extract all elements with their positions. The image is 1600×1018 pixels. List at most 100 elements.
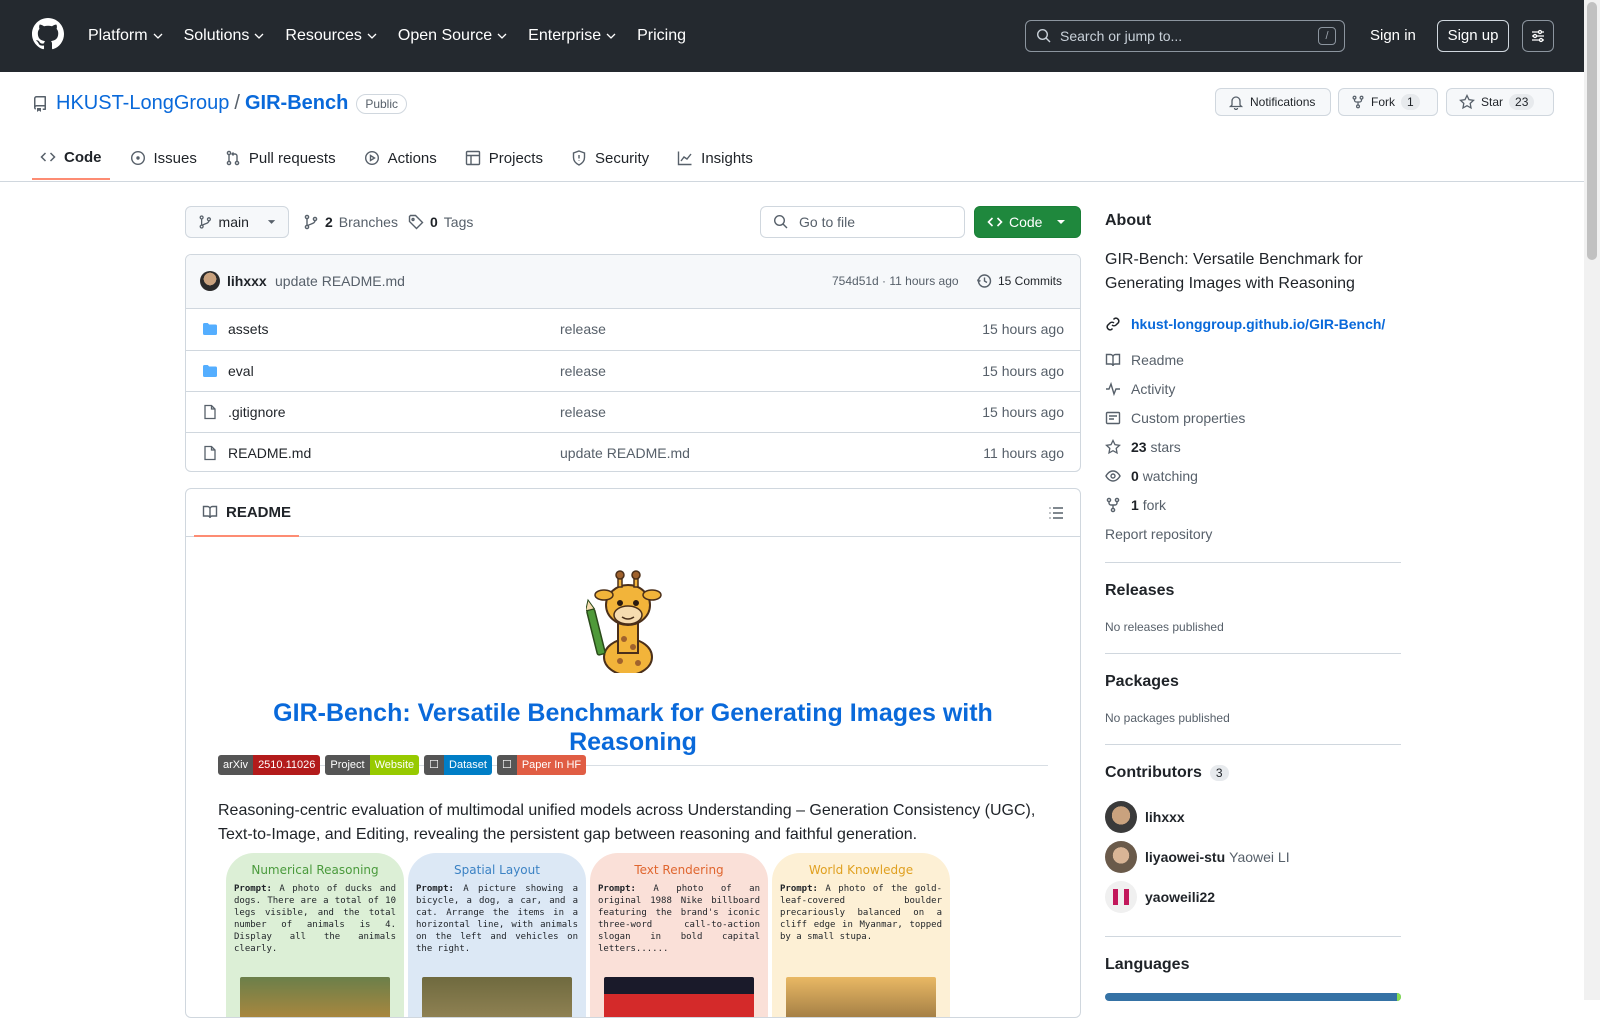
contributor-item[interactable]: lihxxx	[1105, 801, 1185, 833]
packages-heading[interactable]: Packages	[1105, 673, 1179, 691]
tab-security[interactable]: Security	[563, 136, 657, 180]
avatar[interactable]	[1105, 881, 1137, 913]
nav-pricing[interactable]: Pricing	[637, 27, 686, 45]
repo-tabs: Code Issues Pull requests Actions Projec…	[32, 136, 773, 182]
commits-link[interactable]: 15 Commits	[976, 273, 1062, 289]
homepage-link[interactable]: hkust-longgroup.github.io/GIR-Bench/	[1105, 316, 1385, 332]
divider	[1105, 936, 1401, 937]
chevron-down-icon	[254, 33, 264, 39]
avatar[interactable]	[200, 271, 220, 291]
file-name-link[interactable]: eval	[228, 363, 254, 379]
avatar[interactable]	[1105, 801, 1137, 833]
file-name-link[interactable]: README.md	[228, 445, 311, 461]
tab-actions[interactable]: Actions	[356, 136, 445, 180]
commit-author[interactable]: lihxxx	[227, 273, 267, 289]
readme-badge[interactable]: ☐ Dataset	[424, 755, 492, 775]
star-icon	[1105, 439, 1121, 455]
readme-panel: README GIR-Bench: Versatile Benchmark fo…	[185, 488, 1081, 1018]
fork-icon	[1106, 497, 1120, 513]
tab-issues[interactable]: Issues	[122, 136, 205, 180]
file-commit-message[interactable]: release	[560, 363, 606, 379]
nav-resources[interactable]: Resources	[285, 27, 377, 45]
tab-projects[interactable]: Projects	[457, 136, 551, 180]
readme-badge[interactable]: ☐ Paper In HF	[496, 755, 587, 775]
tab-label: Projects	[488, 149, 543, 167]
readme-tab[interactable]: README	[194, 489, 300, 537]
fork-button[interactable]: Fork 1	[1338, 88, 1438, 116]
repo-title: HKUST-LongGroup / GIR-Bench Public	[32, 92, 408, 115]
file-name-link[interactable]: assets	[228, 321, 268, 337]
tags-link[interactable]: 0 Tags	[408, 214, 473, 230]
repo-name-link[interactable]: GIR-Bench	[245, 92, 348, 115]
stars-count: 23	[1131, 439, 1147, 455]
notifications-button[interactable]: Notifications	[1215, 88, 1331, 116]
file-row[interactable]: eval release 15 hours ago	[186, 350, 1080, 391]
tab-label: Code	[64, 148, 102, 166]
sign-in-link[interactable]: Sign in	[1370, 20, 1416, 52]
contributor-item[interactable]: yaoweili22	[1105, 881, 1215, 913]
releases-heading[interactable]: Releases	[1105, 582, 1174, 600]
outline-list-icon[interactable]	[1048, 505, 1064, 521]
tab-insights[interactable]: Insights	[669, 136, 761, 180]
go-to-file-placeholder: Go to file	[799, 214, 856, 230]
readme-link[interactable]: Readme	[1105, 352, 1184, 368]
sign-up-button[interactable]: Sign up	[1437, 20, 1509, 52]
search-icon	[1036, 28, 1051, 43]
fork-label: fork	[1142, 497, 1167, 513]
chevron-down-icon	[497, 33, 507, 39]
branch-select-button[interactable]: main	[185, 206, 289, 238]
forks-link[interactable]: 1 fork	[1105, 497, 1166, 513]
file-commit-time: 15 hours ago	[982, 404, 1064, 420]
contributor-item[interactable]: liyaowei-stu Yaowei LI	[1105, 841, 1290, 873]
contributors-label: Contributors	[1105, 764, 1202, 781]
global-header: Platform Solutions Resources Open Source…	[0, 0, 1584, 72]
releases-empty-text: No releases published	[1105, 620, 1224, 634]
report-repository-link[interactable]: Report repository	[1105, 526, 1212, 542]
card-prompt-label: Prompt:	[598, 884, 636, 894]
file-commit-message[interactable]: release	[560, 321, 606, 337]
code-dropdown-button[interactable]: Code	[974, 206, 1081, 238]
stars-link[interactable]: 23 stars	[1105, 439, 1181, 455]
file-commit-time: 15 hours ago	[982, 363, 1064, 379]
badge-right: Website	[369, 755, 420, 775]
nav-solutions[interactable]: Solutions	[184, 27, 266, 45]
watchers-link[interactable]: 0 watching	[1105, 468, 1198, 484]
tab-code[interactable]: Code	[32, 136, 110, 180]
nav-enterprise[interactable]: Enterprise	[528, 27, 617, 45]
repo-owner-link[interactable]: HKUST-LongGroup	[56, 92, 229, 115]
command-palette-button[interactable]	[1522, 20, 1554, 52]
search-placeholder: Search or jump to...	[1060, 28, 1183, 44]
branch-icon	[199, 215, 212, 229]
file-row[interactable]: README.md update README.md 11 hours ago	[186, 432, 1080, 471]
file-commit-message[interactable]: update README.md	[560, 445, 690, 461]
branches-label: Branches	[338, 214, 398, 230]
readme-badge[interactable]: arXiv 2510.11026	[218, 755, 321, 775]
contributor-login: liyaowei-stu	[1145, 849, 1226, 865]
go-to-file-input[interactable]: Go to file	[760, 206, 965, 238]
tab-pull-requests[interactable]: Pull requests	[217, 136, 344, 180]
file-row[interactable]: .gitignore release 15 hours ago	[186, 391, 1080, 432]
commit-message[interactable]: update README.md	[275, 273, 405, 289]
page-scrollbar[interactable]	[1584, 0, 1600, 1000]
repo-header: HKUST-LongGroup / GIR-Bench Public Notif…	[0, 72, 1584, 182]
github-logo-icon[interactable]	[32, 18, 64, 50]
contributors-heading[interactable]: Contributors 3	[1105, 764, 1229, 782]
commit-meta[interactable]: 754d51d · 11 hours ago	[832, 274, 959, 288]
branches-link[interactable]: 2 Branches	[303, 214, 398, 230]
custom-properties-link[interactable]: Custom properties	[1105, 410, 1245, 426]
readme-label: Readme	[1131, 352, 1184, 368]
file-commit-message[interactable]: release	[560, 404, 606, 420]
activity-link[interactable]: Activity	[1105, 381, 1175, 397]
notifications-label: Notifications	[1250, 95, 1316, 109]
issue-icon	[130, 150, 145, 166]
nav-open-source[interactable]: Open Source	[398, 27, 508, 45]
badge-left: Project	[325, 755, 370, 775]
readme-badge[interactable]: Project Website	[325, 755, 420, 775]
file-name-link[interactable]: .gitignore	[228, 404, 286, 420]
file-row[interactable]: assets release 15 hours ago	[186, 309, 1080, 350]
nav-platform[interactable]: Platform	[88, 27, 164, 45]
avatar[interactable]	[1105, 841, 1137, 873]
star-button[interactable]: Star 23	[1446, 88, 1554, 116]
scrollbar-thumb[interactable]	[1587, 2, 1597, 260]
search-input[interactable]: Search or jump to... /	[1025, 20, 1345, 52]
